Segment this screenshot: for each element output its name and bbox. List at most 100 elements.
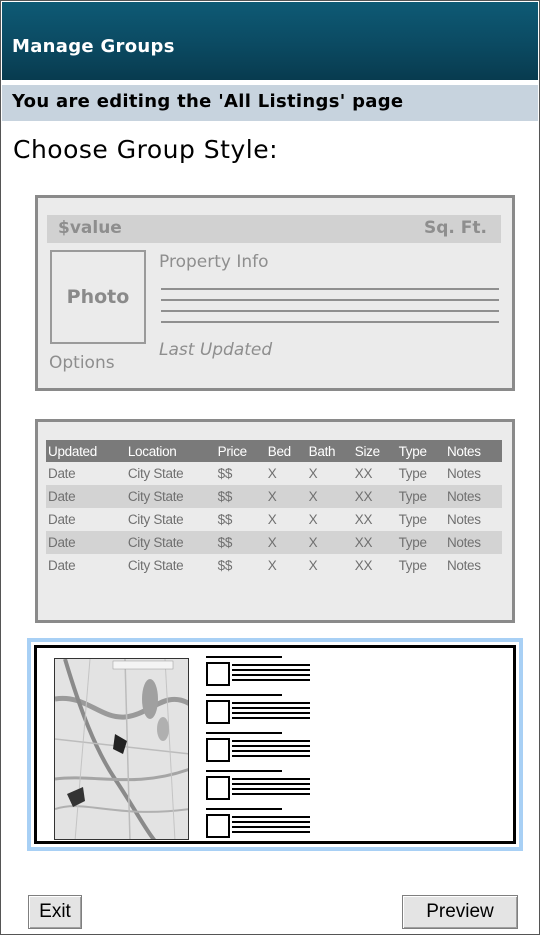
table-cell: $$ [217, 558, 233, 573]
manage-groups-window: Manage Groups You are editing the 'All L… [0, 0, 540, 935]
listing-table-preview: Updated Location Price Bed Bath Size Typ… [46, 440, 502, 577]
table-cell: X [308, 466, 318, 481]
list-item [206, 694, 316, 724]
table-row: Date City State $$ X X XX Type Notes [46, 508, 502, 531]
table-cell: Notes [446, 512, 481, 527]
text-line [232, 674, 310, 676]
property-info-label: Property Info [159, 252, 269, 272]
card-header: $value Sq. Ft. [47, 215, 501, 243]
text-line [232, 664, 310, 666]
text-line [232, 717, 310, 719]
map-list-preview [34, 645, 516, 844]
table-cell: Date [48, 558, 76, 573]
text-line [161, 299, 499, 301]
table-row: Date City State $$ X X XX Type Notes [46, 554, 502, 577]
table-cell: Notes [446, 466, 481, 481]
table-row: Date City State $$ X X XX Type Notes [46, 485, 502, 508]
text-line [232, 750, 310, 752]
table-header-row: Updated Location Price Bed Bath Size Typ… [46, 440, 502, 462]
table-cell: X [267, 466, 277, 481]
table-cell: $$ [215, 485, 266, 508]
table-cell: City State [127, 558, 184, 573]
table-cell: X [306, 531, 353, 554]
text-line [232, 821, 310, 823]
table-cell: XX [354, 466, 373, 481]
group-style-option-map-list[interactable] [27, 638, 523, 851]
column-header: Size [352, 440, 397, 462]
text-line [206, 656, 282, 658]
text-line [206, 732, 282, 734]
table-cell: City State [125, 531, 216, 554]
thumbnail-placeholder [206, 776, 230, 800]
text-line [232, 826, 310, 828]
table-cell: Date [46, 485, 126, 508]
column-header: Updated [46, 440, 126, 462]
preview-button[interactable]: Preview [402, 895, 518, 929]
column-header: Price [215, 440, 266, 462]
text-line [232, 778, 310, 780]
exit-button[interactable]: Exit [28, 895, 82, 929]
window-title: Manage Groups [2, 2, 538, 80]
text-line [161, 288, 499, 290]
text-line [206, 770, 282, 772]
table-cell: XX [352, 485, 397, 508]
column-header: Bath [306, 440, 353, 462]
text-line [232, 702, 310, 704]
text-line [232, 712, 310, 714]
column-header: Bed [265, 440, 307, 462]
table-row: Date City State $$ X X XX Type Notes [46, 462, 502, 485]
table-cell: City State [125, 485, 216, 508]
table-cell: City State [127, 512, 184, 527]
table-cell: X [308, 558, 318, 573]
text-line [206, 808, 282, 810]
list-item [206, 732, 316, 762]
table-cell: X [306, 485, 353, 508]
text-line [232, 831, 310, 833]
text-line [161, 321, 499, 323]
text-line [232, 816, 310, 818]
text-line [232, 707, 310, 709]
page-title: Choose Group Style: [13, 135, 279, 164]
table-cell: X [265, 531, 307, 554]
value-label: $value [58, 218, 122, 238]
options-label: Options [49, 353, 115, 373]
table-cell: Type [396, 485, 445, 508]
group-style-option-table[interactable]: Updated Location Price Bed Bath Size Typ… [35, 419, 515, 623]
text-line [232, 788, 310, 790]
list-item [206, 770, 316, 800]
table-cell: Notes [444, 485, 502, 508]
text-line [206, 694, 282, 696]
table-cell: $$ [217, 466, 233, 481]
table-cell: Date [48, 512, 76, 527]
editing-notice: You are editing the 'All Listings' page [2, 85, 538, 121]
text-line [232, 740, 310, 742]
table-row: Date City State $$ X X XX Type Notes [46, 531, 502, 554]
text-line [232, 679, 310, 681]
table-cell: Type [398, 558, 427, 573]
map-thumbnail-icon [54, 658, 189, 840]
thumbnail-placeholder [206, 814, 230, 838]
list-item [206, 656, 316, 686]
table-cell: XX [354, 558, 373, 573]
table-cell: XX [352, 531, 397, 554]
photo-placeholder: Photo [50, 250, 146, 344]
table-cell: Date [48, 466, 76, 481]
sqft-label: Sq. Ft. [424, 218, 487, 238]
table-cell: X [308, 512, 318, 527]
text-line [232, 793, 310, 795]
table-cell: X [265, 485, 307, 508]
table-cell: Notes [446, 558, 481, 573]
table-cell: X [267, 558, 277, 573]
table-cell: Type [398, 466, 427, 481]
thumbnail-placeholder [206, 700, 230, 724]
table-cell: XX [354, 512, 373, 527]
table-cell: City State [127, 466, 184, 481]
column-header: Location [125, 440, 216, 462]
table-cell: $$ [217, 512, 233, 527]
table-cell: Notes [444, 531, 502, 554]
text-line [232, 783, 310, 785]
thumbnail-placeholder [206, 662, 230, 686]
group-style-option-detail-card[interactable]: $value Sq. Ft. Photo Property Info Last … [35, 195, 515, 391]
last-updated-label: Last Updated [159, 340, 273, 360]
text-line [161, 310, 499, 312]
